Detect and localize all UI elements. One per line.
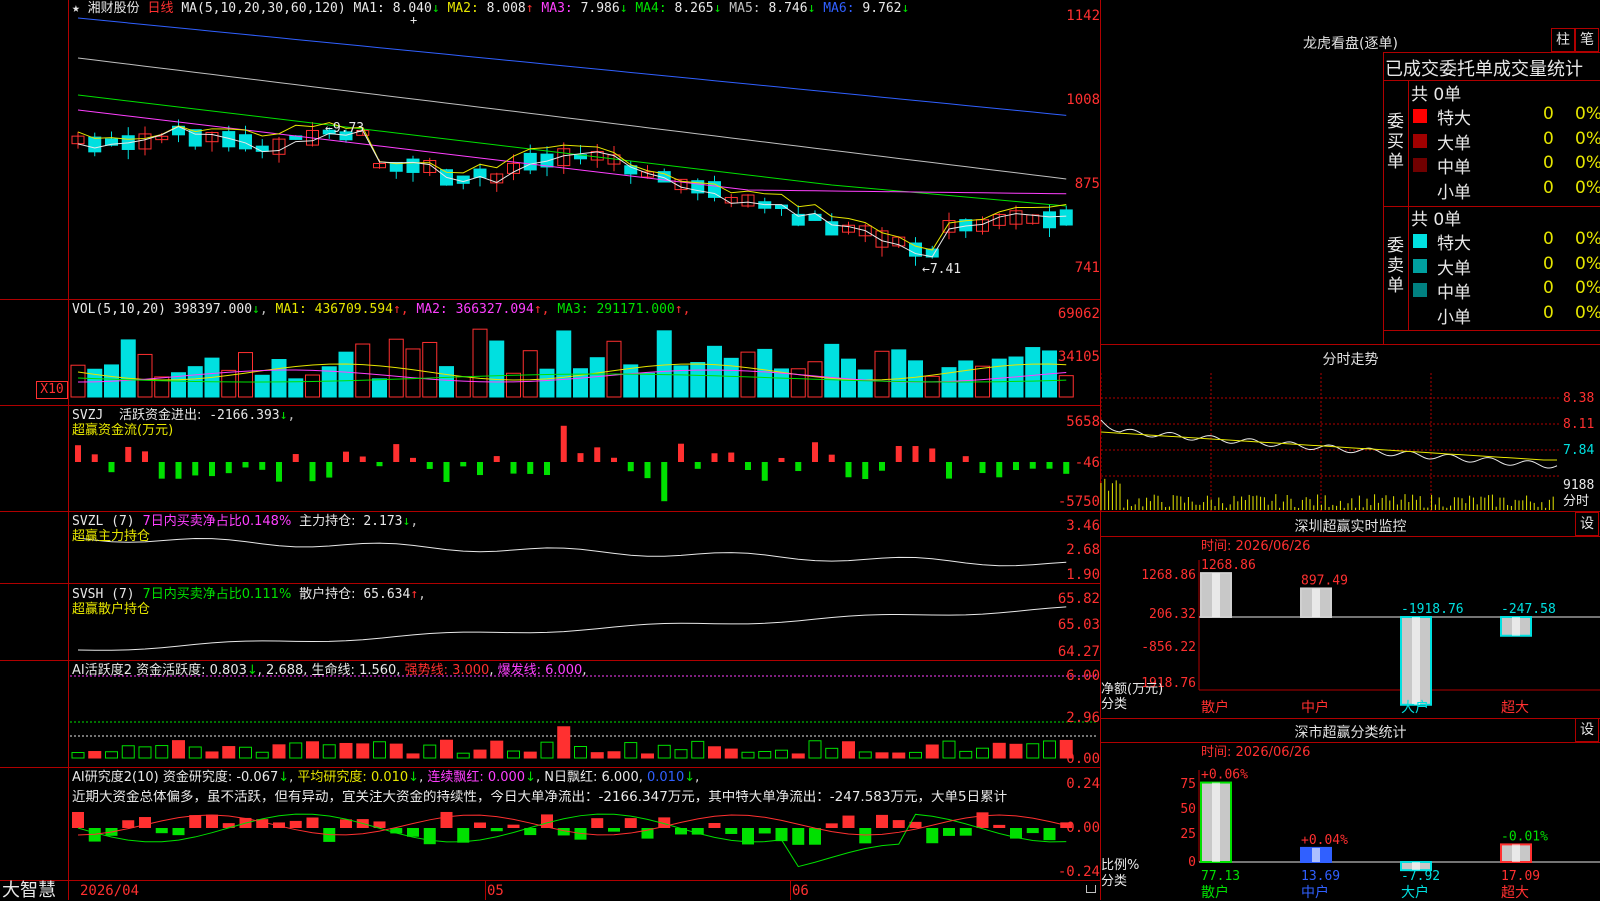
category-label: 散户 — [1201, 884, 1229, 901]
bar-value-label: +0.04% — [1301, 833, 1348, 848]
stat-axis-sub: 分类 — [1101, 874, 1128, 889]
stat-bar-chart[interactable]: +0.06% 散户77.13 +0.04% 中户13.69 大户-7.92 -0.01% 超… — [0, 0, 1600, 901]
stat-axis-title: 比例% — [1101, 858, 1140, 873]
bar-value-label: +0.06% — [1201, 768, 1248, 783]
category-label: 中户 — [1301, 884, 1329, 901]
bar-value-label: -0.01% — [1501, 829, 1548, 844]
y-tick-label: 25 — [1180, 827, 1196, 842]
bar-value-label: 17.09 — [1501, 869, 1540, 884]
bar-highlight — [1312, 847, 1320, 862]
bar-value-label: -7.92 — [1401, 869, 1440, 884]
y-tick-label: 75 — [1180, 777, 1196, 792]
y-tick-label: 0 — [1188, 855, 1196, 870]
category-label: 大户 — [1401, 884, 1429, 901]
category-label: 超大 — [1501, 885, 1529, 901]
bar-value-label: 77.13 — [1201, 869, 1240, 884]
y-tick-label: 50 — [1180, 802, 1196, 817]
bar-highlight — [1512, 844, 1520, 862]
bar-highlight — [1212, 782, 1220, 862]
bar-value-label: 13.69 — [1301, 869, 1340, 884]
